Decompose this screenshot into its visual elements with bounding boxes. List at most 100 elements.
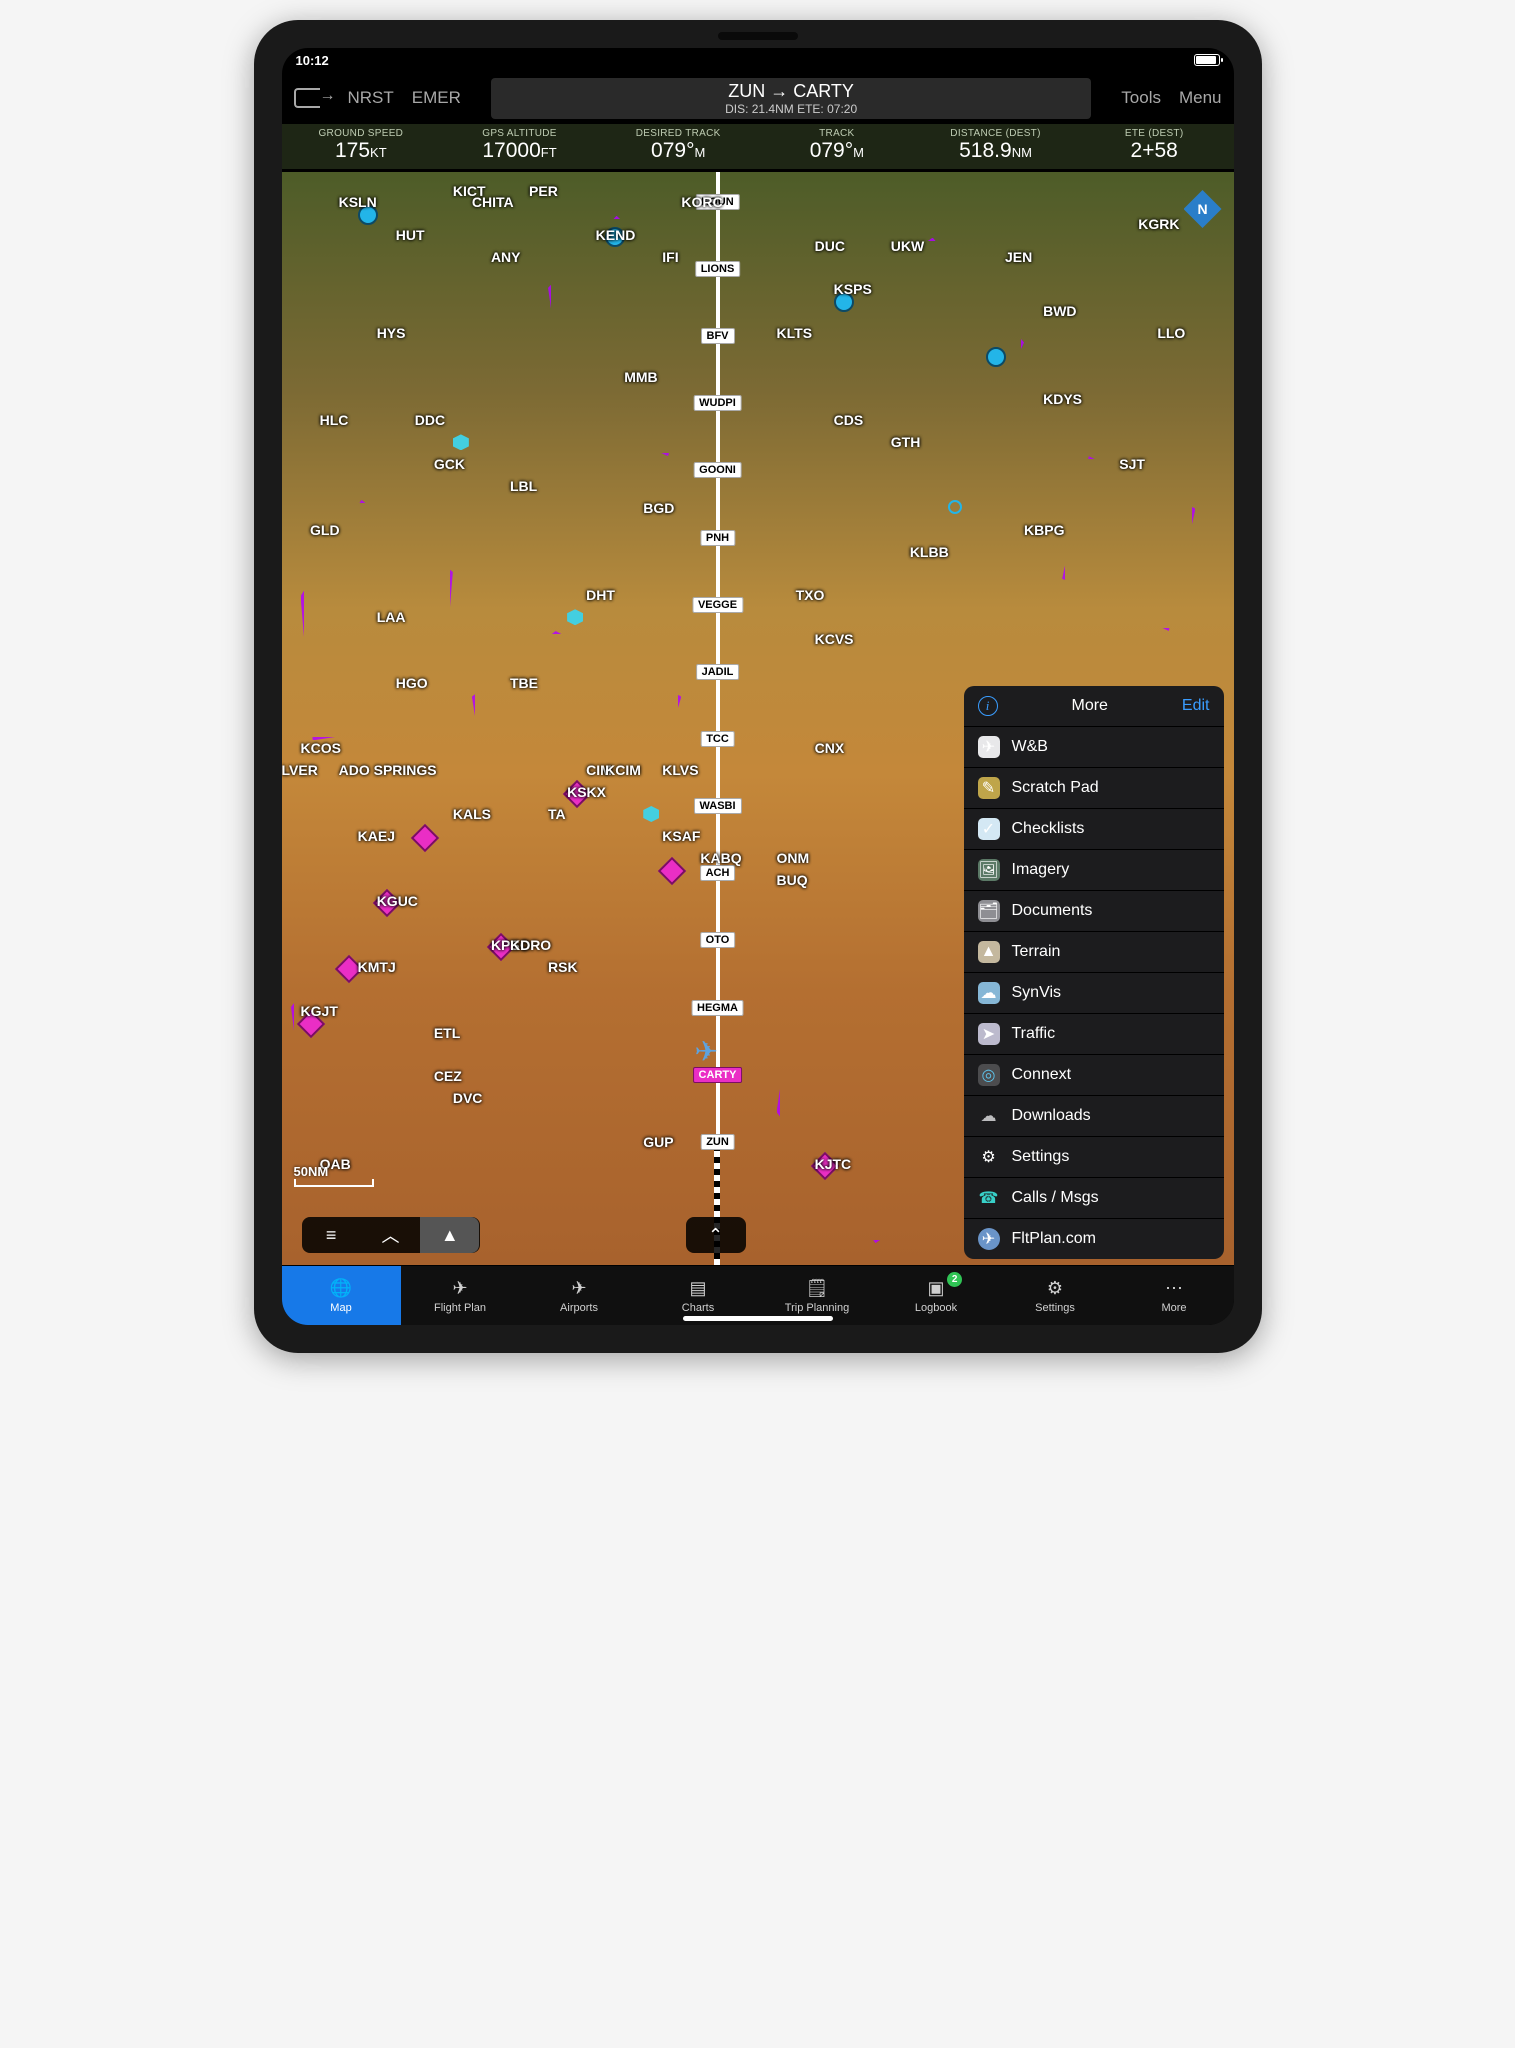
- sv-icon: ☁: [978, 982, 1000, 1004]
- waypoint-tag[interactable]: GOONI: [693, 462, 742, 478]
- route-overlay-button[interactable]: ︿: [361, 1217, 420, 1253]
- waypoint-tag[interactable]: PNH: [700, 530, 735, 546]
- airport-military-icon[interactable]: [658, 856, 686, 884]
- map-label: KDRO: [510, 937, 551, 953]
- map-label: CDS: [834, 412, 864, 428]
- panel-toggle-button[interactable]: ⌃: [686, 1217, 746, 1253]
- more-item-wb[interactable]: ✈W&B: [964, 726, 1224, 767]
- more-item-st[interactable]: ⚙Settings: [964, 1136, 1224, 1177]
- edit-button[interactable]: Edit: [1182, 697, 1210, 715]
- map-label: KEND: [596, 227, 636, 243]
- nrst-button[interactable]: NRST: [348, 88, 394, 108]
- emer-button[interactable]: EMER: [412, 88, 461, 108]
- map-control-group-left: ≡ ︿ ▲: [302, 1217, 480, 1253]
- tab-logbook[interactable]: ▣Logbook2: [877, 1266, 996, 1325]
- info-ete-dest: ETE (DEST)2+58: [1075, 124, 1234, 169]
- more-item-im[interactable]: 🖼Imagery: [964, 849, 1224, 890]
- map-label: GLD: [310, 522, 340, 538]
- sp-icon: ✎: [978, 777, 1000, 799]
- more-item-ck[interactable]: ✓Checklists: [964, 808, 1224, 849]
- map-label: KMTJ: [358, 959, 396, 975]
- waypoint-tag[interactable]: CARTY: [693, 1067, 743, 1083]
- im-icon: 🖼: [978, 859, 1000, 881]
- waypoint-tag[interactable]: BFV: [701, 328, 735, 344]
- more-item-cm[interactable]: ☎Calls / Msgs: [964, 1177, 1224, 1218]
- more-item-ter[interactable]: ▲ Terrain: [964, 931, 1224, 972]
- map-label: SJT: [1119, 456, 1145, 472]
- map-label: GCK: [434, 456, 465, 472]
- map-label: DDC: [415, 412, 445, 428]
- status-bar: 10:12: [282, 48, 1234, 72]
- map-label: GUP: [643, 1134, 673, 1150]
- tab-settings[interactable]: ⚙Settings: [996, 1266, 1115, 1325]
- map-label: KABQ: [700, 850, 741, 866]
- map-label: TXO: [796, 587, 825, 603]
- info-distance-dest: DISTANCE (DEST)518.9NM: [916, 124, 1075, 169]
- more-item-label: Settings: [1012, 1148, 1070, 1166]
- more-item-label: Connext: [1012, 1066, 1072, 1084]
- more-item-label: Checklists: [1012, 820, 1085, 838]
- more-item-cx[interactable]: ◎Connext: [964, 1054, 1224, 1095]
- waypoint-tag[interactable]: ACH: [700, 865, 736, 881]
- map-label: KGRK: [1138, 216, 1179, 232]
- map-label: GTH: [891, 434, 921, 450]
- ipad-frame: 10:12 NRST EMER ZUN → CARTY DIS: 21.4NM …: [254, 20, 1262, 1353]
- vor-icon[interactable]: [643, 806, 659, 822]
- map-label: CEZ: [434, 1068, 462, 1084]
- vor-icon[interactable]: [453, 434, 469, 450]
- more-item-label: Downloads: [1012, 1107, 1091, 1125]
- waypoint-tag[interactable]: JADIL: [696, 664, 740, 680]
- direct-to-icon[interactable]: [294, 88, 320, 108]
- logbook-badge: 2: [947, 1272, 962, 1287]
- map-label: KLVS: [662, 762, 698, 778]
- more-item-sp[interactable]: ✎ Scratch Pad: [964, 767, 1224, 808]
- map-label: ADO SPRINGS: [339, 762, 437, 778]
- waypoint-tag[interactable]: ZUN: [700, 1134, 735, 1150]
- more-item-doc[interactable]: 🗂Documents: [964, 890, 1224, 931]
- more-item-sv[interactable]: ☁SynVis: [964, 972, 1224, 1013]
- heliport-icon[interactable]: [948, 500, 962, 514]
- map-label: LBL: [510, 478, 537, 494]
- north-up-button[interactable]: ▲: [420, 1217, 479, 1253]
- menu-button[interactable]: Menu: [1179, 88, 1222, 108]
- more-item-dl[interactable]: ☁Downloads: [964, 1095, 1224, 1136]
- more-item-label: Scratch Pad: [1012, 779, 1099, 797]
- tab-airports[interactable]: ✈Airports: [520, 1266, 639, 1325]
- map-label: HLC: [320, 412, 349, 428]
- map-label: KSLN: [339, 194, 377, 210]
- fp-icon: ✈: [978, 1228, 1000, 1250]
- battery-icon: [1194, 54, 1220, 66]
- tools-button[interactable]: Tools: [1121, 88, 1161, 108]
- map-label: BGD: [643, 500, 674, 516]
- map-label: DUC: [815, 238, 845, 254]
- waypoint-tag[interactable]: LIONS: [695, 261, 741, 277]
- tab-more[interactable]: ⋯More: [1115, 1266, 1234, 1325]
- route-title: ZUN → CARTY: [499, 81, 1083, 102]
- map-label: KDYS: [1043, 391, 1082, 407]
- airport-icon[interactable]: [982, 343, 1010, 371]
- ter-icon: ▲: [978, 941, 1000, 963]
- layers-button[interactable]: ≡: [302, 1217, 361, 1253]
- waypoint-tag[interactable]: TCC: [700, 731, 735, 747]
- more-item-tr[interactable]: ➤Traffic: [964, 1013, 1224, 1054]
- more-item-fp[interactable]: ✈FltPlan.com: [964, 1218, 1224, 1259]
- waypoint-tag[interactable]: HEGMA: [691, 1000, 744, 1016]
- airport-military-icon[interactable]: [411, 824, 439, 852]
- tab-map[interactable]: 🌐Map: [282, 1266, 401, 1325]
- map-label: KSAF: [662, 828, 700, 844]
- waypoint-tag[interactable]: WUDPI: [693, 395, 742, 411]
- map-scale: 50NM: [294, 1164, 374, 1187]
- compass-north-icon[interactable]: N: [1184, 190, 1222, 228]
- doc-icon: 🗂: [978, 900, 1000, 922]
- waypoint-tag[interactable]: VEGGE: [692, 597, 743, 613]
- waypoint-tag[interactable]: OTO: [700, 932, 736, 948]
- vor-icon[interactable]: [567, 609, 583, 625]
- info-icon[interactable]: i: [978, 696, 998, 716]
- map-label: KCVS: [815, 631, 854, 647]
- more-item-label: Terrain: [1012, 943, 1061, 961]
- map-canvas[interactable]: ✈ N KOUNLIONSBFVWUDPIGOONIPNHVEGGEJADILT…: [282, 172, 1234, 1265]
- more-item-label: Traffic: [1012, 1025, 1056, 1043]
- waypoint-tag[interactable]: WASBI: [693, 798, 741, 814]
- route-title-box[interactable]: ZUN → CARTY DIS: 21.4NM ETE: 07:20: [491, 78, 1091, 119]
- tab-flight-plan[interactable]: ✈Flight Plan: [401, 1266, 520, 1325]
